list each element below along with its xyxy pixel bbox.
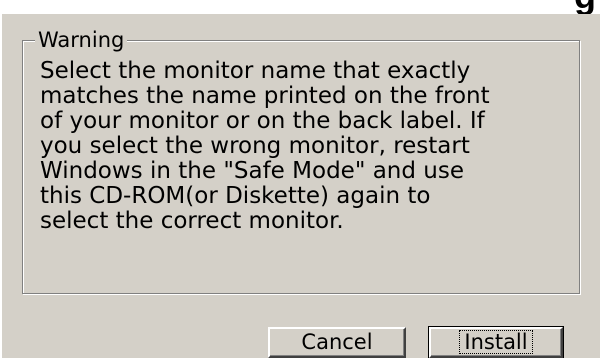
cancel-button-label: Cancel xyxy=(301,330,373,354)
warning-line: you select the wrong monitor, restart xyxy=(40,133,470,159)
install-button-label: Install xyxy=(459,330,533,354)
warning-group-title: Warning xyxy=(35,28,128,52)
warning-line: of your monitor or on the back label. If xyxy=(40,108,485,134)
warning-groupbox: Warning Select the monitor name that exa… xyxy=(22,28,580,294)
warning-line: matches the name printed on the front xyxy=(40,83,490,109)
warning-line: select the correct monitor. xyxy=(40,208,344,234)
warning-message: Select the monitor name that exactly mat… xyxy=(40,59,540,234)
title-strip: g xyxy=(0,0,600,14)
warning-line: Select the monitor name that exactly xyxy=(40,58,471,84)
cancel-button[interactable]: Cancel xyxy=(268,327,406,358)
install-button[interactable]: Install xyxy=(428,326,564,358)
warning-line: Windows in the "Safe Mode" and use xyxy=(40,158,464,184)
page-title-fragment: g xyxy=(574,0,596,14)
install-monitor-dialog: Warning Select the monitor name that exa… xyxy=(0,14,600,358)
warning-line: this CD-ROM(or Diskette) again to xyxy=(40,183,431,209)
